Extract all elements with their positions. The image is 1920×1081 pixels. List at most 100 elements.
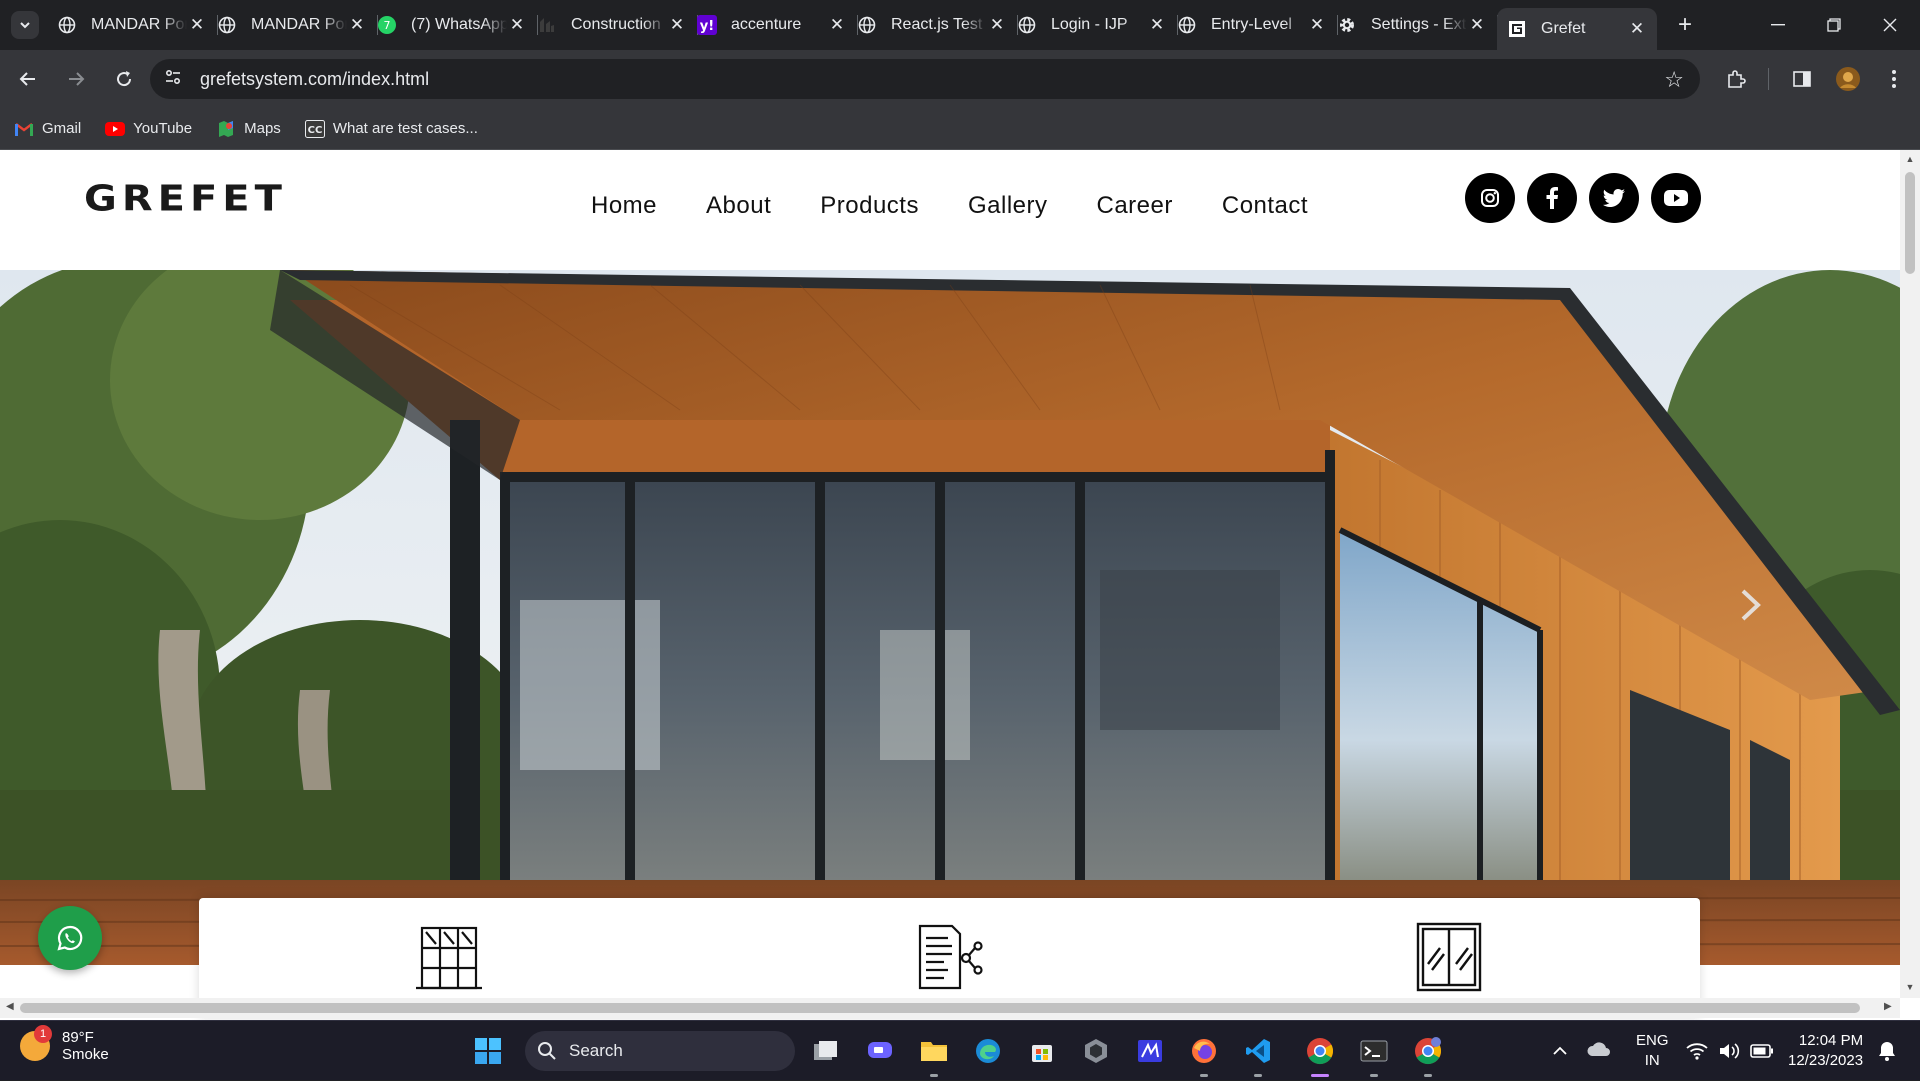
app-blue-button[interactable] xyxy=(1132,1033,1168,1069)
store-button[interactable] xyxy=(1024,1033,1060,1069)
vscode-icon xyxy=(1246,1039,1270,1063)
youtube-link[interactable] xyxy=(1651,173,1701,223)
chevron-up-icon[interactable] xyxy=(1552,1046,1568,1056)
toolbar-divider xyxy=(1768,68,1769,90)
browser-tab[interactable]: Construction ✕ xyxy=(537,0,698,50)
close-tab-icon[interactable]: ✕ xyxy=(187,15,207,35)
address-bar[interactable]: grefetsystem.com/index.html ☆ xyxy=(150,59,1700,99)
close-tab-icon[interactable]: ✕ xyxy=(1147,15,1167,35)
terminal-button[interactable] xyxy=(1356,1033,1392,1077)
maps-icon xyxy=(216,120,236,137)
browser-tab[interactable]: MANDAR Portfolio ✕ xyxy=(217,0,378,50)
close-tab-icon[interactable]: ✕ xyxy=(507,15,527,35)
start-button[interactable] xyxy=(470,1033,506,1069)
onedrive-icon[interactable] xyxy=(1586,1040,1612,1062)
minimize-button[interactable] xyxy=(1750,0,1806,50)
close-tab-icon[interactable]: ✕ xyxy=(667,15,687,35)
quick-settings[interactable] xyxy=(1686,1021,1774,1081)
tab-title: accenture xyxy=(731,16,802,33)
browser-tab-active[interactable]: Grefet ✕ xyxy=(1497,8,1657,50)
nav-gallery[interactable]: Gallery xyxy=(968,192,1048,220)
profile-avatar[interactable] xyxy=(1828,59,1868,99)
browser-tab[interactable]: Settings - Extensions ✕ xyxy=(1337,0,1498,50)
horizontal-scroll-thumb[interactable] xyxy=(20,1003,1860,1013)
facebook-link[interactable] xyxy=(1527,173,1577,223)
scroll-right-arrow-icon[interactable]: ▶ xyxy=(1884,1001,1892,1012)
nav-home[interactable]: Home xyxy=(591,192,657,220)
weather-widget[interactable]: 1 89°F Smoke xyxy=(20,1025,109,1063)
vertical-scroll-thumb[interactable] xyxy=(1905,172,1915,274)
browser-menu-button[interactable] xyxy=(1874,59,1914,99)
scroll-left-arrow-icon[interactable]: ◀ xyxy=(6,1001,14,1012)
chrome-profile-button[interactable] xyxy=(1410,1033,1446,1077)
carousel-next-arrow[interactable] xyxy=(1740,588,1762,622)
bookmark-gmail[interactable]: Gmail xyxy=(14,120,81,137)
site-header: GREFET Home About Products Gallery Caree… xyxy=(0,150,1900,270)
scroll-up-arrow-icon[interactable]: ▲ xyxy=(1900,154,1920,164)
tab-search-button[interactable] xyxy=(11,11,39,39)
taskbar-search[interactable]: Search xyxy=(525,1031,795,1071)
close-tab-icon[interactable]: ✕ xyxy=(827,15,847,35)
clock-time: 12:04 PM xyxy=(1798,1032,1864,1049)
back-button[interactable] xyxy=(8,59,48,99)
bookmark-test-cases[interactable]: CC What are test cases... xyxy=(304,119,478,138)
new-tab-button[interactable]: + xyxy=(1667,7,1703,43)
vertical-scrollbar[interactable]: ▲ ▼ xyxy=(1900,150,1920,998)
browser-tab[interactable]: Login - IJP ✕ xyxy=(1017,0,1178,50)
browser-tab[interactable]: 7 (7) WhatsApp ✕ xyxy=(377,0,538,50)
firefox-button[interactable] xyxy=(1186,1033,1222,1077)
restore-button[interactable] xyxy=(1806,0,1862,50)
task-view-button[interactable] xyxy=(808,1033,844,1069)
reload-button[interactable] xyxy=(104,59,144,99)
svg-text:y!: y! xyxy=(700,19,714,34)
side-panel-button[interactable] xyxy=(1782,59,1822,99)
whatsapp-chat-button[interactable] xyxy=(38,906,102,970)
yahoo-icon: y! xyxy=(697,15,717,35)
globe-icon xyxy=(217,15,237,35)
bookmark-maps[interactable]: Maps xyxy=(216,120,281,137)
system-clock[interactable]: 12:04 PM 12/23/2023 xyxy=(1788,1031,1863,1071)
browser-tab[interactable]: y! accenture ✕ xyxy=(697,0,858,50)
nav-about[interactable]: About xyxy=(706,192,771,220)
app-hex-button[interactable] xyxy=(1078,1033,1114,1069)
forward-button[interactable] xyxy=(56,59,96,99)
teams-chat-button[interactable] xyxy=(862,1033,898,1069)
nav-career[interactable]: Career xyxy=(1097,192,1173,220)
close-tab-icon[interactable]: ✕ xyxy=(1467,15,1487,35)
whatsapp-icon: 7 xyxy=(377,15,397,35)
bookmark-star-icon[interactable]: ☆ xyxy=(1664,67,1684,93)
close-tab-icon[interactable]: ✕ xyxy=(987,15,1007,35)
nav-contact[interactable]: Contact xyxy=(1222,192,1308,220)
bookmark-youtube[interactable]: YouTube xyxy=(105,120,192,137)
file-explorer-button[interactable] xyxy=(916,1033,952,1077)
twitter-link[interactable] xyxy=(1589,173,1639,223)
instagram-link[interactable] xyxy=(1465,173,1515,223)
browser-tab[interactable]: Entry-Level ✕ xyxy=(1177,0,1338,50)
language-indicator[interactable]: ENG IN xyxy=(1636,1031,1669,1071)
scroll-down-arrow-icon[interactable]: ▼ xyxy=(1900,982,1920,992)
site-info-icon[interactable] xyxy=(164,68,188,91)
store-icon xyxy=(1032,1045,1052,1062)
browser-tab[interactable]: MANDAR Portfolio ✕ xyxy=(57,0,218,50)
extensions-button[interactable] xyxy=(1716,59,1756,99)
windows-taskbar: 1 89°F Smoke Search ENG IN 12:04 PM 12/2… xyxy=(0,1020,1920,1080)
edge-button[interactable] xyxy=(970,1033,1006,1069)
twitter-icon xyxy=(1603,189,1625,207)
close-tab-icon[interactable]: ✕ xyxy=(347,15,367,35)
hero-house-image xyxy=(0,270,1900,965)
chrome-icon xyxy=(1307,1038,1334,1065)
facebook-icon xyxy=(1546,187,1558,209)
browser-toolbar: grefetsystem.com/index.html ☆ xyxy=(0,50,1920,108)
close-tab-icon[interactable]: ✕ xyxy=(1627,19,1647,39)
weather-desc: Smoke xyxy=(62,1046,109,1063)
notifications-button[interactable] xyxy=(1878,1021,1896,1081)
grefet-logo[interactable]: GREFET xyxy=(84,178,287,219)
browser-tab[interactable]: React.js Test ✕ xyxy=(857,0,1018,50)
nav-products[interactable]: Products xyxy=(820,192,919,220)
tab-title: Construction xyxy=(571,16,661,33)
vscode-button[interactable] xyxy=(1240,1033,1276,1077)
close-window-button[interactable] xyxy=(1862,0,1918,50)
horizontal-scrollbar[interactable]: ◀ ▶ xyxy=(0,998,1900,1018)
close-tab-icon[interactable]: ✕ xyxy=(1307,15,1327,35)
chrome-button[interactable] xyxy=(1302,1033,1338,1077)
